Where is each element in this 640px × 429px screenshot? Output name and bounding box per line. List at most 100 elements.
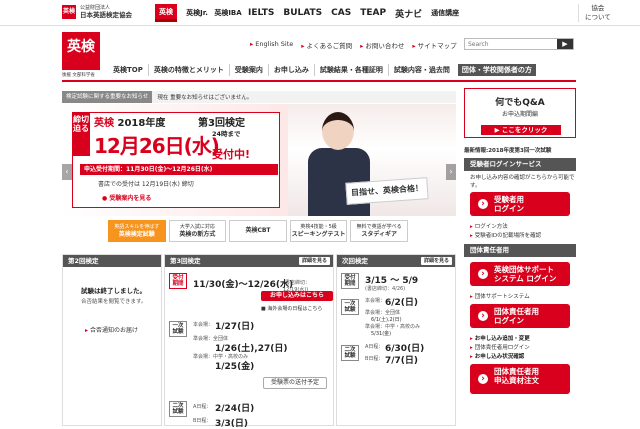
qa-title: 何でもQ&A	[495, 98, 545, 108]
next-accept-label: 受付期間	[341, 273, 359, 289]
tab-main-text: 英検検定試験	[118, 231, 155, 238]
group-support-login-button[interactable]: 英検団体サポートシステム ログイン	[470, 262, 570, 286]
brand-cas[interactable]: CAS	[331, 4, 351, 22]
org-name-line2: 日本英語検定協会	[80, 11, 132, 19]
carousel-next-icon[interactable]: ›	[446, 164, 456, 180]
brand-einavi[interactable]: 英ナビ	[395, 4, 422, 22]
brand-nav: 英検 英検Jr. 英検IBA IELTS BULATS CAS TEAP 英ナビ…	[155, 3, 459, 23]
tab-new-method[interactable]: 大学入試に対応 英検の新方式	[168, 220, 227, 242]
hero-until: 24時まで	[212, 130, 241, 138]
brand-teap[interactable]: TEAP	[360, 4, 386, 22]
group-header: 団体責任者用	[464, 244, 576, 257]
util-sitemap[interactable]: サイトマップ	[412, 40, 457, 50]
qa-click-button[interactable]: ▶ ここをクリック	[481, 125, 561, 135]
hero-guide-link[interactable]: ● 受験案内を見る	[102, 193, 151, 202]
next-round-header: 次回検定 詳細を見る	[337, 255, 455, 267]
round3-accept-period: 11/30(金)〜12/26(水)	[193, 280, 294, 290]
tab-study-gear[interactable]: 無料で英語が学べる スタディギア	[350, 220, 408, 242]
about-association-link[interactable]: 協会 について	[578, 4, 611, 22]
util-contact[interactable]: お問い合わせ	[360, 40, 404, 50]
group-support-line1: 英検団体サポート	[494, 265, 554, 274]
assoc-line1: 協会	[591, 4, 605, 12]
round3-second-b-label: B日程：	[193, 418, 212, 424]
eiken-logo[interactable]: 英検 後援 文部科学省	[62, 32, 100, 78]
hero-round: 第3回検定	[198, 118, 245, 129]
tab-speaking-test[interactable]: 英検4技能・5級 スピーキングテスト	[289, 220, 348, 242]
global-nav: 英検TOP 英検の特徴とメリット 受験案内 お申し込み 試験結果・各種証明 試験…	[108, 64, 536, 76]
round3-second-b-date: 3/3(日)	[215, 419, 249, 429]
materials-order-line2: 申込資材注文	[494, 376, 539, 385]
next-round-detail-button[interactable]: 詳細を見る	[420, 257, 452, 265]
nav-features[interactable]: 英検の特徴とメリット	[147, 64, 229, 76]
next-round-title: 次回検定	[342, 257, 368, 265]
round3-panel: 第3回検定 詳細を見る 受付期間 11/30(金)〜12/26(水) (書店締切：…	[164, 254, 334, 429]
carousel-prev-icon[interactable]: ‹	[62, 164, 72, 180]
nav-apply[interactable]: お申し込み	[267, 64, 314, 76]
round3-accept-label: 受付期間	[169, 273, 187, 289]
brand-eiken-iba[interactable]: 英検IBA	[214, 4, 241, 22]
tab-top-text: 英検4技能・5級	[300, 224, 337, 230]
materials-order-button[interactable]: 団体責任者用申込資材注文	[470, 364, 570, 394]
round3-first-main-date: 1/27(日)	[215, 322, 255, 332]
notice-label: 検定試験に関する重要なお知らせ	[62, 91, 153, 103]
round3-ship-button[interactable]: 受験票の送付予定	[263, 377, 327, 389]
tab-main-text: 英検の新方式	[179, 231, 216, 238]
hero-title-eiken: 英検	[94, 118, 114, 129]
tab-eiken-exam[interactable]: 英語スキルを伸ばす 英検検定試験	[108, 220, 166, 242]
org-name[interactable]: 公益財団法人 日本英語検定協会	[80, 5, 132, 19]
group-manager-line2: ログイン	[494, 316, 524, 325]
util-faq[interactable]: よくあるご質問	[301, 40, 353, 50]
login-howto-link[interactable]: ログイン方法	[470, 222, 508, 230]
tab-top-text: 英語スキルを伸ばす	[114, 224, 160, 230]
org-logo[interactable]: 英検	[62, 5, 76, 19]
hero-title-year: 2018年度	[117, 118, 166, 129]
assoc-line2: について	[585, 13, 611, 21]
examinee-id-link[interactable]: 受験者IDの記載場所を確認	[470, 231, 541, 239]
apply-status-link[interactable]: お申し込み状況確認	[470, 352, 525, 360]
search-box: ▶	[464, 38, 574, 50]
brand-eiken[interactable]: 英検	[155, 4, 177, 22]
login-service-header: 受験者ログインサービス	[464, 158, 576, 171]
next-first-school-label: 準会場：中学・高校のみ	[365, 324, 421, 330]
nav-organizations[interactable]: 団体・学校関係者の方	[457, 64, 536, 76]
brand-course[interactable]: 通信講座	[431, 4, 459, 22]
group-support-link[interactable]: 団体サポートシステム	[470, 292, 530, 300]
examinee-login-button[interactable]: 受験者用ログイン	[470, 192, 570, 216]
examinee-login-line1: 受験者用	[494, 195, 524, 204]
round3-apply-button[interactable]: お申し込みはこちら	[261, 291, 333, 301]
hero-banner[interactable]: 締切迫る 英検 2018年度 第3回検定 12月26日(水) 24時まで 受付中…	[62, 104, 456, 216]
nav-exam-guide[interactable]: 受験案内	[228, 64, 268, 76]
brand-ielts[interactable]: IELTS	[248, 4, 274, 22]
round2-results-link[interactable]: 合否通知のお届け	[85, 325, 161, 334]
round3-second-label: 二次試験	[169, 401, 187, 417]
qa-subtitle: お申込期間編	[501, 111, 538, 118]
round3-title: 第3回検定	[170, 257, 201, 265]
group-manager-login-button[interactable]: 団体責任者用ログイン	[470, 304, 570, 328]
next-second-b-date: 7/7(日)	[385, 356, 419, 366]
search-input[interactable]	[465, 39, 557, 49]
tab-cbt[interactable]: 英検CBT	[229, 220, 287, 242]
qa-banner[interactable]: 何でもQ&A お申込期間編 ▶ ここをクリック	[464, 88, 576, 138]
nav-past-papers[interactable]: 試験内容・過去問	[387, 64, 455, 76]
nav-results[interactable]: 試験結果・各種証明	[313, 64, 388, 76]
next-second-label: 二次試験	[341, 345, 359, 361]
round2-finished: 試験は終了しました。	[81, 287, 146, 295]
round3-detail-button[interactable]: 詳細を見る	[298, 257, 330, 265]
util-english-site[interactable]: English Site	[250, 40, 293, 50]
search-button[interactable]: ▶	[557, 39, 573, 49]
next-first-school-date: 5/31(金)	[371, 331, 392, 337]
brand-eiken-jr[interactable]: 英検Jr.	[186, 4, 208, 22]
next-first-sub-label: 準会場：全団体	[365, 310, 401, 316]
next-second-b-label: B日程：	[365, 356, 384, 362]
latest-info[interactable]: 最新情報:2018年度第3回一次試験	[464, 146, 551, 154]
nav-top[interactable]: 英検TOP	[108, 64, 148, 76]
round3-overseas-link[interactable]: ■ 海外会場の日程はこちら	[261, 305, 322, 312]
group-support-line2: システム ログイン	[494, 274, 557, 283]
group-manager-login-link[interactable]: 団体責任者用ログイン	[470, 343, 530, 351]
hero-deadline-date: 12月26日(水)	[94, 134, 220, 158]
round2-title: 第2回検定	[68, 257, 99, 265]
round3-header: 第3回検定 詳細を見る	[165, 255, 333, 267]
apply-change-link[interactable]: お申し込み追加・変更	[470, 334, 530, 342]
brand-bulats[interactable]: BULATS	[283, 4, 322, 22]
round2-header: 第2回検定	[63, 255, 161, 267]
